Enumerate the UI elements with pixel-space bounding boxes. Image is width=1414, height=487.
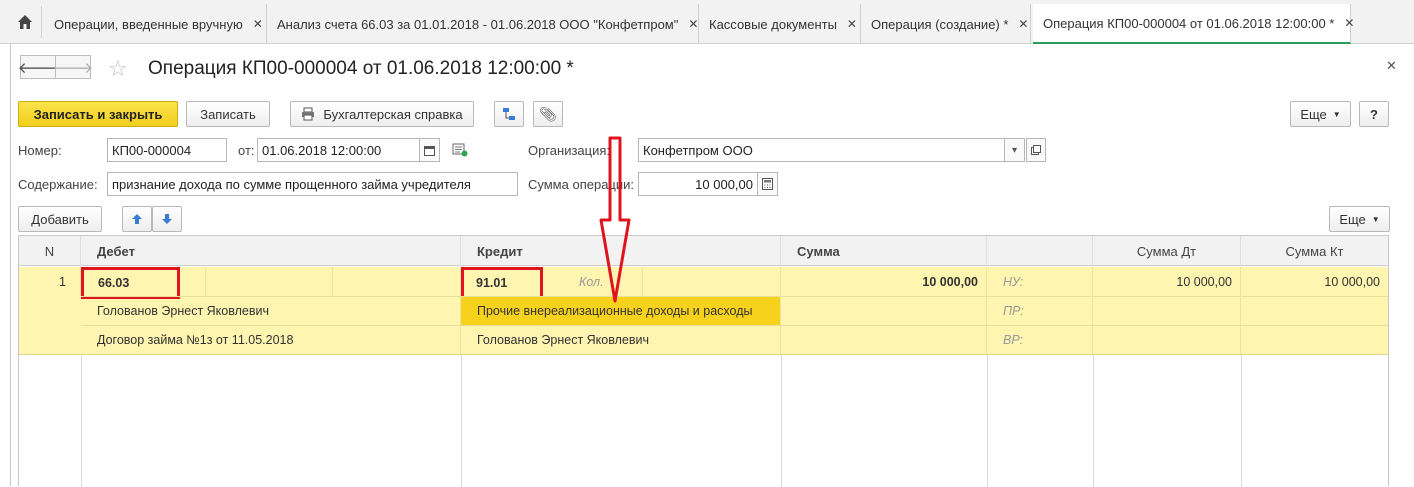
debit-sub-cell[interactable] [206, 267, 333, 296]
arrow-down-icon [162, 214, 172, 224]
help-button[interactable]: ? [1359, 101, 1389, 127]
column-divider [81, 355, 82, 487]
number-field[interactable]: КП00-000004 [107, 138, 227, 162]
tab-label: Операция (создание) * [871, 16, 1009, 32]
close-icon[interactable]: ✕ [1344, 16, 1354, 30]
close-icon[interactable]: ✕ [253, 17, 263, 31]
tab-label: Операции, введенные вручную [54, 16, 243, 32]
home-icon [17, 15, 32, 29]
date-label: от: [238, 143, 255, 158]
attach-button[interactable]: 📎︎ [533, 101, 563, 127]
tab-operation-create[interactable]: Операция (создание) * ✕ [861, 4, 1031, 44]
add-row-button[interactable]: Добавить [18, 206, 102, 232]
close-icon[interactable]: ✕ [688, 17, 698, 31]
close-icon[interactable]: ✕ [1018, 17, 1028, 31]
sum-dt-vr-cell[interactable] [1093, 325, 1241, 354]
tab-label: Анализ счета 66.03 за 01.01.2018 - 01.06… [277, 16, 679, 32]
date-field[interactable]: 01.06.2018 12:00:00 [257, 138, 420, 162]
sum-kt-cell[interactable]: 10 000,00 [1241, 267, 1388, 296]
column-header-sum-dt[interactable]: Сумма Дт [1093, 236, 1241, 266]
sum-cell[interactable]: 10 000,00 [781, 267, 987, 296]
save-button[interactable]: Записать [186, 101, 270, 127]
column-header-blank [987, 236, 1093, 266]
column-header-sum[interactable]: Сумма [781, 236, 987, 266]
row-divider [19, 354, 1388, 355]
credit-sub-cell[interactable] [643, 267, 781, 296]
star-icon[interactable]: ☆ [108, 56, 128, 82]
sum-dt-pr-cell[interactable] [1093, 296, 1241, 325]
column-divider [987, 355, 988, 487]
tab-cash-documents[interactable]: Кассовые документы ✕ [699, 4, 861, 44]
sum-empty-cell[interactable] [781, 325, 987, 354]
table-more-button[interactable]: Еще ▼ [1329, 206, 1390, 232]
organization-field[interactable]: Конфетпром ООО [638, 138, 1005, 162]
debit-subconto-1[interactable]: Голованов Эрнест Яковлевич [81, 296, 461, 325]
debit-subconto-2[interactable]: Договор займа №1з от 11.05.2018 [81, 325, 461, 354]
more-button[interactable]: Еще ▼ [1290, 101, 1351, 127]
credit-subconto-2[interactable]: Голованов Эрнест Яковлевич [461, 325, 781, 354]
structure-button[interactable] [494, 101, 524, 127]
number-label: Номер: [18, 143, 62, 158]
column-header-n[interactable]: N [19, 236, 81, 266]
content-field[interactable]: признание дохода по сумме прощенного зай… [107, 172, 518, 196]
more-label: Еще [1300, 106, 1327, 122]
move-up-button[interactable] [122, 206, 152, 232]
column-header-debit[interactable]: Дебет [81, 236, 461, 266]
operation-sum-field[interactable]: 10 000,00 [638, 172, 758, 196]
back-button[interactable]: 🡐 [18, 55, 58, 79]
tab-label: Кассовые документы [709, 16, 837, 32]
calculator-icon[interactable] [758, 172, 778, 196]
printer-icon [302, 107, 315, 121]
chevron-down-icon: ▼ [1371, 214, 1380, 224]
row-number: 1 [19, 267, 81, 296]
entries-table: N Дебет Кредит Сумма Сумма Дт Сумма Кт 1… [18, 235, 1389, 487]
arrow-up-icon [132, 214, 142, 224]
close-icon[interactable]: ✕ [1386, 58, 1397, 74]
debit-sub-cell[interactable] [333, 267, 461, 296]
column-divider [1093, 355, 1094, 487]
credit-account[interactable]: 91.01 [461, 267, 543, 299]
column-header-sum-kt[interactable]: Сумма Кт [1241, 236, 1388, 266]
open-icon[interactable] [1026, 138, 1046, 162]
tab-operation-active[interactable]: Операция КП00-000004 от 01.06.2018 12:00… [1033, 4, 1354, 44]
accounting-reference-label: Бухгалтерская справка [323, 106, 463, 122]
debit-account[interactable]: 66.03 [81, 267, 180, 299]
paperclip-icon: 📎︎ [539, 105, 557, 122]
home-button[interactable] [8, 6, 42, 38]
list-icon[interactable] [452, 142, 468, 161]
accounting-reference-button[interactable]: Бухгалтерская справка [290, 101, 474, 127]
tab-label: Операция КП00-000004 от 01.06.2018 12:00… [1043, 15, 1335, 31]
calendar-icon[interactable] [420, 138, 440, 162]
column-divider [461, 355, 462, 487]
sum-empty-cell[interactable] [781, 296, 987, 325]
annotation-arrow [599, 136, 631, 303]
column-divider [781, 355, 782, 487]
chevron-down-icon: ▼ [1332, 109, 1341, 119]
table-more-label: Еще [1339, 211, 1366, 227]
move-down-button[interactable] [152, 206, 182, 232]
content-label: Содержание: [18, 177, 98, 192]
arrow-right-icon: 🡒 [52, 59, 94, 77]
forward-button[interactable]: 🡒 [52, 55, 94, 79]
page-title: Операция КП00-000004 от 01.06.2018 12:00… [148, 58, 574, 79]
tab-account-analysis[interactable]: Анализ счета 66.03 за 01.01.2018 - 01.06… [267, 4, 699, 44]
nu-label: НУ: [987, 267, 1093, 296]
tab-manual-operations[interactable]: Операции, введенные вручную ✕ [44, 4, 267, 44]
row-divider [81, 325, 1388, 326]
vr-label: ВР: [987, 325, 1093, 354]
dropdown-icon[interactable]: ▾ [1005, 138, 1025, 162]
close-icon[interactable]: ✕ [847, 17, 857, 31]
sum-dt-cell[interactable]: 10 000,00 [1093, 267, 1241, 296]
column-divider [1241, 355, 1242, 487]
structure-icon [503, 108, 515, 120]
row-divider [81, 296, 1388, 297]
save-and-close-button[interactable]: Записать и закрыть [18, 101, 178, 127]
pr-label: ПР: [987, 296, 1093, 325]
